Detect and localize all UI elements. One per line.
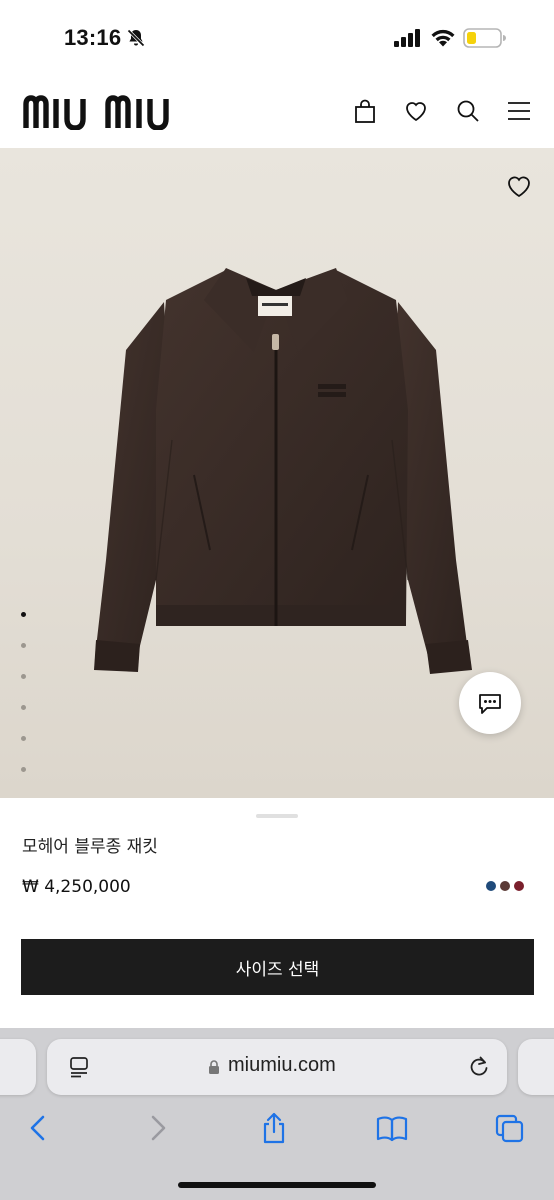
jacket-photo <box>94 268 472 674</box>
sheet-grabber[interactable] <box>256 814 298 818</box>
bookmarks-icon[interactable] <box>375 1112 409 1144</box>
search-icon[interactable] <box>455 98 481 124</box>
wishlist-heart-icon[interactable] <box>505 173 533 199</box>
product-info-panel: 모헤어 블루종 재킷 ₩ 4,250,000 사이즈 선택 <box>0 798 554 1028</box>
select-size-button[interactable]: 사이즈 선택 <box>21 939 534 995</box>
gallery-dot[interactable] <box>21 643 26 648</box>
cellular-signal-icon <box>394 29 420 47</box>
address-bar[interactable]: miumiu.com <box>47 1039 507 1095</box>
gallery-pagination <box>18 606 30 776</box>
product-image[interactable] <box>0 148 554 798</box>
miu-miu-logo[interactable] <box>22 94 218 130</box>
color-swatches <box>486 881 524 893</box>
product-price: ₩ 4,250,000 <box>22 877 131 897</box>
chat-icon <box>479 694 501 714</box>
gallery-dot[interactable] <box>21 612 26 617</box>
url-text: miumiu.com <box>228 1054 336 1076</box>
bell-slash-icon <box>127 29 145 47</box>
share-icon[interactable] <box>259 1112 289 1144</box>
menu-icon[interactable] <box>506 98 532 124</box>
previous-tab-preview[interactable] <box>0 1039 36 1095</box>
home-indicator <box>178 1182 376 1188</box>
gallery-dot[interactable] <box>21 736 26 741</box>
back-icon[interactable] <box>24 1112 54 1144</box>
lock-icon <box>209 1060 219 1074</box>
chat-button[interactable] <box>459 672 521 734</box>
status-bar: 13:16 <box>0 0 554 76</box>
color-swatch-blue[interactable] <box>486 881 496 891</box>
battery-low-power-icon <box>463 28 506 48</box>
gallery-dot[interactable] <box>21 767 26 772</box>
gallery-dot[interactable] <box>21 674 26 679</box>
site-header <box>0 76 554 148</box>
browser-toolbar <box>0 1098 554 1200</box>
forward-icon[interactable] <box>142 1112 172 1144</box>
page-menu-icon[interactable] <box>69 1056 89 1078</box>
reload-icon[interactable] <box>468 1054 490 1078</box>
wifi-icon <box>431 29 455 47</box>
shopping-bag-icon[interactable] <box>352 98 378 124</box>
product-name: 모헤어 블루종 재킷 <box>22 837 158 857</box>
heart-icon[interactable] <box>403 98 429 124</box>
color-swatch-burgundy[interactable] <box>514 881 524 891</box>
tabs-icon[interactable] <box>495 1112 525 1144</box>
gallery-dot[interactable] <box>21 705 26 710</box>
next-tab-preview[interactable] <box>518 1039 554 1095</box>
safari-bottom-bar: miumiu.com <box>0 1028 554 1200</box>
color-swatch-brown[interactable] <box>500 881 510 891</box>
status-time: 13:16 <box>64 25 122 50</box>
